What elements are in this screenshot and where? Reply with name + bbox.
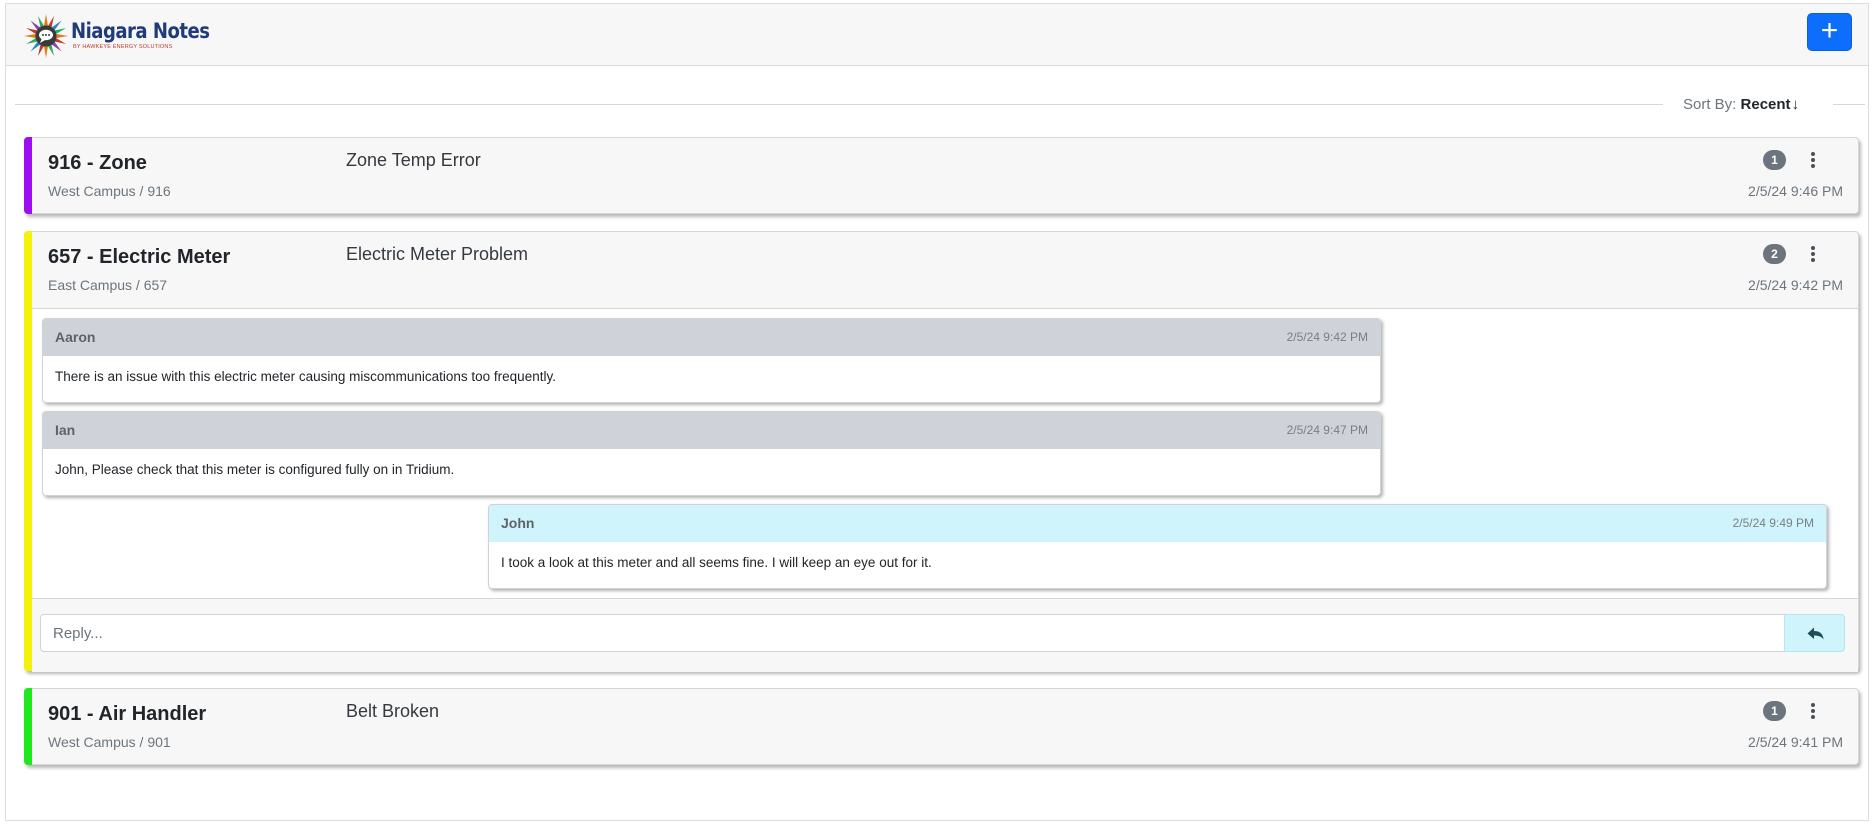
message-date: 2/5/24 9:49 PM <box>1732 516 1814 530</box>
sort-control[interactable]: Sort By: Recent↓ <box>1683 96 1799 113</box>
note-status-accent <box>24 688 32 765</box>
message-bubble-own: John 2/5/24 9:49 PM I took a look at thi… <box>488 504 1827 589</box>
note-subject: Belt Broken <box>346 701 440 721</box>
app-logo[interactable]: Niagara Notes BY HAWKEYE ENERGY SOLUTION… <box>23 13 232 59</box>
logo-sunburst-icon <box>24 14 68 58</box>
note-date: 2/5/24 9:42 PM <box>1748 277 1843 293</box>
more-options-icon[interactable] <box>1806 699 1820 723</box>
message-text: There is an issue with this electric met… <box>55 369 556 384</box>
sort-label: Sort By: <box>1683 96 1737 113</box>
divider <box>1833 104 1865 105</box>
app-subtitle: BY HAWKEYE ENERGY SOLUTIONS <box>73 44 173 51</box>
reply-icon <box>1807 627 1824 640</box>
message-bubble: Aaron 2/5/24 9:42 PM There is an issue w… <box>42 318 1381 403</box>
message-author: John <box>501 515 535 531</box>
message-date: 2/5/24 9:47 PM <box>1286 423 1368 437</box>
add-note-button[interactable]: + <box>1807 13 1852 51</box>
note-location: West Campus / 901 <box>48 734 171 750</box>
reply-input[interactable] <box>40 614 1785 652</box>
sort-direction-icon[interactable]: ↓ <box>1792 96 1800 113</box>
note-date: 2/5/24 9:46 PM <box>1748 183 1843 199</box>
top-navbar: Niagara Notes BY HAWKEYE ENERGY SOLUTION… <box>6 4 1868 66</box>
note-subject: Zone Temp Error <box>346 150 481 170</box>
note-card[interactable]: 916 - Zone West Campus / 916 Zone Temp E… <box>24 137 1859 214</box>
note-title: 901 - Air Handler <box>48 703 207 725</box>
note-card[interactable]: 901 - Air Handler West Campus / 901 Belt… <box>24 688 1859 765</box>
note-status-accent <box>24 231 32 671</box>
message-count-badge: 2 <box>1763 244 1786 264</box>
message-count-badge: 1 <box>1763 701 1786 721</box>
reply-bar <box>32 598 1858 672</box>
note-title: 916 - Zone <box>48 152 147 174</box>
note-subject: Electric Meter Problem <box>346 244 529 264</box>
more-options-icon[interactable] <box>1806 242 1820 266</box>
message-header: John 2/5/24 9:49 PM <box>489 505 1826 542</box>
note-title: 657 - Electric Meter <box>48 246 231 268</box>
app-title: Niagara Notes <box>71 19 210 44</box>
message-thread: Aaron 2/5/24 9:42 PM There is an issue w… <box>32 308 1858 598</box>
divider <box>15 104 1663 105</box>
note-card-expanded[interactable]: 657 - Electric Meter East Campus / 657 E… <box>24 231 1859 672</box>
app-frame: Niagara Notes BY HAWKEYE ENERGY SOLUTION… <box>5 3 1869 821</box>
message-date: 2/5/24 9:42 PM <box>1286 330 1368 344</box>
note-status-accent <box>24 137 32 214</box>
more-options-icon[interactable] <box>1806 148 1820 172</box>
sort-value: Recent <box>1740 96 1791 113</box>
sort-bar: Sort By: Recent↓ <box>15 90 1865 120</box>
note-date: 2/5/24 9:41 PM <box>1748 734 1843 750</box>
note-location: West Campus / 916 <box>48 183 171 199</box>
message-header: Ian 2/5/24 9:47 PM <box>43 412 1380 449</box>
reply-button[interactable] <box>1784 614 1845 652</box>
message-author: Ian <box>55 422 76 438</box>
message-text: I took a look at this meter and all seem… <box>501 555 932 570</box>
message-bubble: Ian 2/5/24 9:47 PM John, Please check th… <box>42 411 1381 496</box>
message-count-badge: 1 <box>1763 150 1786 170</box>
note-location: East Campus / 657 <box>48 277 168 293</box>
message-text: John, Please check that this meter is co… <box>55 462 455 477</box>
message-author: Aaron <box>55 329 96 345</box>
message-header: Aaron 2/5/24 9:42 PM <box>43 319 1380 356</box>
